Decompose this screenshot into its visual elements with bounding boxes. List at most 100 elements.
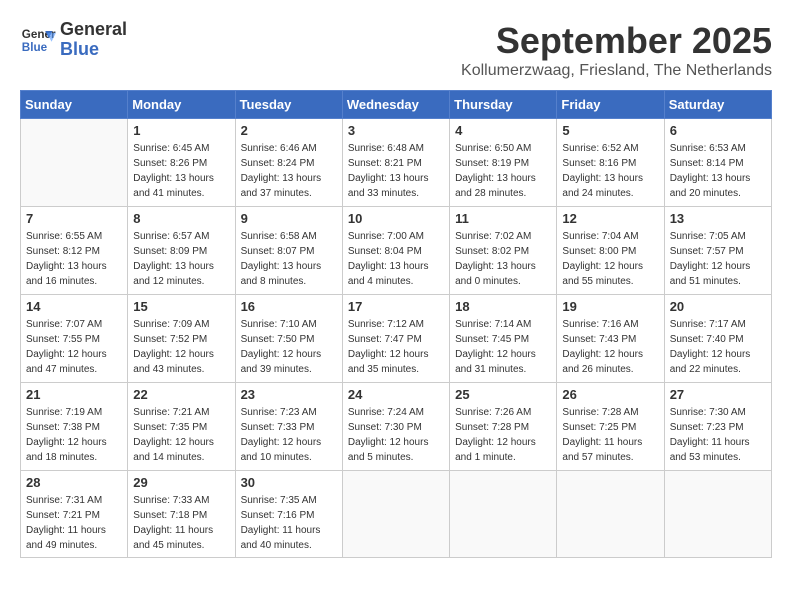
day-info: Sunrise: 6:46 AM Sunset: 8:24 PM Dayligh… xyxy=(241,141,337,201)
day-number: 21 xyxy=(26,387,122,402)
day-cell xyxy=(450,471,557,558)
day-number: 20 xyxy=(670,299,766,314)
calendar-header-row: SundayMondayTuesdayWednesdayThursdayFrid… xyxy=(21,91,772,119)
day-cell xyxy=(664,471,771,558)
day-cell: 24Sunrise: 7:24 AM Sunset: 7:30 PM Dayli… xyxy=(342,383,449,471)
day-number: 25 xyxy=(455,387,551,402)
header-cell-tuesday: Tuesday xyxy=(235,91,342,119)
svg-text:Blue: Blue xyxy=(22,41,48,54)
day-info: Sunrise: 7:17 AM Sunset: 7:40 PM Dayligh… xyxy=(670,317,766,377)
day-info: Sunrise: 7:12 AM Sunset: 7:47 PM Dayligh… xyxy=(348,317,444,377)
day-cell: 16 Sunrise: 7:10 AM Sunset: 7:50 PM Dayli… xyxy=(235,295,342,383)
day-info: Sunrise: 7:30 AM Sunset: 7:23 PM Dayligh… xyxy=(670,405,766,465)
day-number: 7 xyxy=(26,211,122,226)
day-cell xyxy=(557,471,664,558)
day-number: 15 xyxy=(133,299,229,314)
day-cell: 6 Sunrise: 6:53 AM Sunset: 8:14 PM Daylig… xyxy=(664,119,771,207)
day-number: 22 xyxy=(133,387,229,402)
day-number: 8 xyxy=(133,211,229,226)
week-row-4: 28Sunrise: 7:31 AM Sunset: 7:21 PM Dayli… xyxy=(21,471,772,558)
day-cell: 22 Sunrise: 7:21 AM Sunset: 7:35 PM Dayli… xyxy=(128,383,235,471)
day-number: 6 xyxy=(670,123,766,138)
day-cell: 2Sunrise: 6:46 AM Sunset: 8:24 PM Daylig… xyxy=(235,119,342,207)
day-cell: 30 Sunrise: 7:35 AM Sunset: 7:16 PM Dayli… xyxy=(235,471,342,558)
day-cell: 25 Sunrise: 7:26 AM Sunset: 7:28 PM Dayli… xyxy=(450,383,557,471)
day-cell: 8 Sunrise: 6:57 AM Sunset: 8:09 PM Daylig… xyxy=(128,207,235,295)
page-header: General Blue General Blue September 2025… xyxy=(20,20,772,80)
week-row-0: 1Sunrise: 6:45 AM Sunset: 8:26 PM Daylig… xyxy=(21,119,772,207)
day-number: 11 xyxy=(455,211,551,226)
day-info: Sunrise: 6:52 AM Sunset: 8:16 PM Dayligh… xyxy=(562,141,658,201)
day-info: Sunrise: 7:26 AM Sunset: 7:28 PM Dayligh… xyxy=(455,405,551,465)
day-number: 14 xyxy=(26,299,122,314)
day-info: Sunrise: 7:10 AM Sunset: 7:50 PM Dayligh… xyxy=(241,317,337,377)
day-number: 3 xyxy=(348,123,444,138)
header-cell-friday: Friday xyxy=(557,91,664,119)
day-cell: 26Sunrise: 7:28 AM Sunset: 7:25 PM Dayli… xyxy=(557,383,664,471)
day-number: 12 xyxy=(562,211,658,226)
day-info: Sunrise: 6:58 AM Sunset: 8:07 PM Dayligh… xyxy=(241,229,337,289)
day-cell: 23 Sunrise: 7:23 AM Sunset: 7:33 PM Dayli… xyxy=(235,383,342,471)
day-cell: 21 Sunrise: 7:19 AM Sunset: 7:38 PM Dayli… xyxy=(21,383,128,471)
day-info: Sunrise: 6:48 AM Sunset: 8:21 PM Dayligh… xyxy=(348,141,444,201)
day-cell: 3 Sunrise: 6:48 AM Sunset: 8:21 PM Daylig… xyxy=(342,119,449,207)
day-number: 18 xyxy=(455,299,551,314)
day-cell xyxy=(21,119,128,207)
day-cell: 28Sunrise: 7:31 AM Sunset: 7:21 PM Dayli… xyxy=(21,471,128,558)
day-number: 24 xyxy=(348,387,444,402)
day-info: Sunrise: 7:23 AM Sunset: 7:33 PM Dayligh… xyxy=(241,405,337,465)
day-number: 13 xyxy=(670,211,766,226)
header-cell-monday: Monday xyxy=(128,91,235,119)
day-number: 9 xyxy=(241,211,337,226)
day-info: Sunrise: 7:09 AM Sunset: 7:52 PM Dayligh… xyxy=(133,317,229,377)
logo-line2: Blue xyxy=(60,40,127,60)
header-cell-sunday: Sunday xyxy=(21,91,128,119)
day-cell: 29 Sunrise: 7:33 AM Sunset: 7:18 PM Dayli… xyxy=(128,471,235,558)
header-cell-saturday: Saturday xyxy=(664,91,771,119)
day-cell: 18 Sunrise: 7:14 AM Sunset: 7:45 PM Dayli… xyxy=(450,295,557,383)
day-number: 30 xyxy=(241,475,337,490)
day-number: 4 xyxy=(455,123,551,138)
day-number: 16 xyxy=(241,299,337,314)
day-number: 23 xyxy=(241,387,337,402)
day-cell: 17 Sunrise: 7:12 AM Sunset: 7:47 PM Dayli… xyxy=(342,295,449,383)
day-info: Sunrise: 7:02 AM Sunset: 8:02 PM Dayligh… xyxy=(455,229,551,289)
day-info: Sunrise: 7:00 AM Sunset: 8:04 PM Dayligh… xyxy=(348,229,444,289)
day-info: Sunrise: 6:55 AM Sunset: 8:12 PM Dayligh… xyxy=(26,229,122,289)
month-title: September 2025 xyxy=(461,20,772,62)
day-info: Sunrise: 7:04 AM Sunset: 8:00 PM Dayligh… xyxy=(562,229,658,289)
day-cell: 11 Sunrise: 7:02 AM Sunset: 8:02 PM Dayli… xyxy=(450,207,557,295)
day-info: Sunrise: 6:45 AM Sunset: 8:26 PM Dayligh… xyxy=(133,141,229,201)
day-number: 26 xyxy=(562,387,658,402)
header-cell-wednesday: Wednesday xyxy=(342,91,449,119)
day-cell: 10Sunrise: 7:00 AM Sunset: 8:04 PM Dayli… xyxy=(342,207,449,295)
day-cell: 1Sunrise: 6:45 AM Sunset: 8:26 PM Daylig… xyxy=(128,119,235,207)
day-info: Sunrise: 6:57 AM Sunset: 8:09 PM Dayligh… xyxy=(133,229,229,289)
day-info: Sunrise: 7:14 AM Sunset: 7:45 PM Dayligh… xyxy=(455,317,551,377)
day-number: 28 xyxy=(26,475,122,490)
title-block: September 2025 Kollumerzwaag, Friesland,… xyxy=(461,20,772,80)
week-row-1: 7 Sunrise: 6:55 AM Sunset: 8:12 PM Daylig… xyxy=(21,207,772,295)
day-cell: 4 Sunrise: 6:50 AM Sunset: 8:19 PM Daylig… xyxy=(450,119,557,207)
day-info: Sunrise: 7:33 AM Sunset: 7:18 PM Dayligh… xyxy=(133,493,229,553)
day-cell: 27 Sunrise: 7:30 AM Sunset: 7:23 PM Dayli… xyxy=(664,383,771,471)
day-cell: 9 Sunrise: 6:58 AM Sunset: 8:07 PM Daylig… xyxy=(235,207,342,295)
day-info: Sunrise: 7:35 AM Sunset: 7:16 PM Dayligh… xyxy=(241,493,337,553)
day-info: Sunrise: 7:16 AM Sunset: 7:43 PM Dayligh… xyxy=(562,317,658,377)
day-number: 5 xyxy=(562,123,658,138)
day-info: Sunrise: 6:50 AM Sunset: 8:19 PM Dayligh… xyxy=(455,141,551,201)
week-row-3: 21 Sunrise: 7:19 AM Sunset: 7:38 PM Dayli… xyxy=(21,383,772,471)
day-info: Sunrise: 6:53 AM Sunset: 8:14 PM Dayligh… xyxy=(670,141,766,201)
day-info: Sunrise: 7:21 AM Sunset: 7:35 PM Dayligh… xyxy=(133,405,229,465)
day-cell: 19Sunrise: 7:16 AM Sunset: 7:43 PM Dayli… xyxy=(557,295,664,383)
day-number: 17 xyxy=(348,299,444,314)
day-cell: 15 Sunrise: 7:09 AM Sunset: 7:52 PM Dayli… xyxy=(128,295,235,383)
day-number: 29 xyxy=(133,475,229,490)
day-cell: 7 Sunrise: 6:55 AM Sunset: 8:12 PM Daylig… xyxy=(21,207,128,295)
day-info: Sunrise: 7:07 AM Sunset: 7:55 PM Dayligh… xyxy=(26,317,122,377)
day-number: 27 xyxy=(670,387,766,402)
day-cell: 20 Sunrise: 7:17 AM Sunset: 7:40 PM Dayli… xyxy=(664,295,771,383)
logo: General Blue General Blue xyxy=(20,20,127,60)
day-info: Sunrise: 7:19 AM Sunset: 7:38 PM Dayligh… xyxy=(26,405,122,465)
header-cell-thursday: Thursday xyxy=(450,91,557,119)
